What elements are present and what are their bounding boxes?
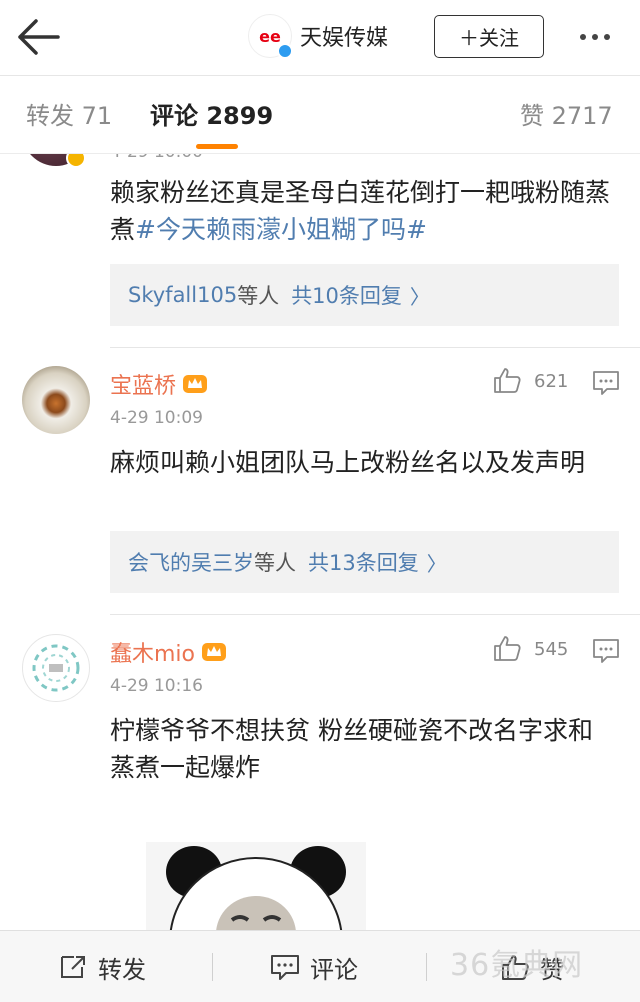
like-icon[interactable] [492, 366, 522, 394]
commenter-avatar[interactable] [22, 366, 90, 434]
more-dots-icon[interactable] [580, 28, 620, 46]
reply-others-label: 等人 [254, 551, 296, 575]
top-nav-bar: ee 天娱传媒 ＋关注 [0, 0, 640, 76]
back-button[interactable] [14, 16, 64, 58]
follow-button[interactable]: ＋关注 [434, 15, 544, 58]
author-avatar[interactable]: ee [248, 14, 293, 59]
tab-likes[interactable]: 赞 2717 [520, 96, 613, 131]
author-name[interactable]: 天娱传媒 [300, 20, 388, 52]
avatar-swirl-image [32, 644, 80, 692]
comment-list[interactable]: 4-29 10:00 赖家粉丝还真是圣母白莲花倒打一耙哦粉随蒸煮#今天赖雨濛小姐… [0, 154, 640, 930]
commenter-name[interactable]: 蠢木mio [110, 636, 227, 668]
tab-reposts[interactable]: 转发 71 [26, 96, 112, 131]
repost-button[interactable]: 转发 [58, 931, 146, 1002]
verified-badge-icon [277, 43, 293, 59]
comment-time: 4-29 10:09 [110, 408, 203, 428]
username[interactable]: 蠢木mio [110, 636, 195, 668]
reply-user-link[interactable]: 会飞的吴三岁 [128, 547, 254, 577]
replies-summary[interactable]: 会飞的吴三岁 等人 共13条回复 〉 [110, 531, 619, 593]
repost-label: 转发 [98, 955, 146, 984]
brand-logo-text: ee [259, 26, 281, 46]
commenter-name[interactable]: 宝蓝桥 [110, 368, 208, 400]
reply-icon[interactable] [592, 638, 620, 664]
comment-button[interactable]: 评论 [270, 931, 358, 1002]
replies-summary[interactable]: Skyfall105 等人 共10条回复 〉 [110, 264, 619, 326]
divider [426, 953, 427, 981]
divider [212, 953, 213, 981]
reply-count-link[interactable]: 共10条回复 [291, 280, 402, 310]
panda-meme-image [166, 846, 346, 930]
tab-bar: 转发 71 评论 2899 赞 2717 [0, 76, 640, 154]
comment-time: 4-29 10:16 [110, 676, 203, 696]
reply-icon[interactable] [592, 370, 620, 396]
crown-badge-icon [202, 643, 227, 661]
comment-text: 赖家粉丝还真是圣母白莲花倒打一耙哦粉随蒸煮#今天赖雨濛小姐糊了吗# [110, 174, 615, 248]
hashtag-link[interactable]: #今天赖雨濛小姐糊了吗# [135, 215, 427, 244]
like-count: 545 [534, 639, 569, 660]
author-info[interactable]: ee 天娱传媒 [248, 14, 388, 59]
like-icon[interactable] [492, 634, 522, 662]
verified-badge-icon [66, 154, 86, 168]
back-arrow-icon [18, 19, 60, 55]
divider [110, 347, 640, 348]
comment-label: 评论 [310, 955, 358, 984]
repost-icon [61, 956, 85, 978]
reply-user-link[interactable]: Skyfall105 [128, 283, 237, 307]
comment-icon [271, 955, 299, 980]
divider [110, 614, 640, 615]
reply-others-label: 等人 [237, 284, 280, 308]
reply-count-link[interactable]: 共13条回复 [308, 547, 419, 577]
active-tab-indicator [196, 144, 238, 149]
chevron-right-icon: 〉 [426, 551, 447, 576]
like-count: 621 [534, 371, 569, 392]
weibo-comments-screen: ee 天娱传媒 ＋关注 转发 71 评论 2899 赞 2717 4-29 10… [0, 0, 640, 1002]
comment-time: 4-29 10:00 [110, 154, 203, 162]
crown-badge-icon [183, 375, 208, 393]
chevron-right-icon: 〉 [409, 284, 430, 309]
tab-comments[interactable]: 评论 2899 [150, 96, 273, 131]
watermark-text: 36氪典网 [450, 948, 584, 983]
comment-text: 麻烦叫赖小姐团队马上改粉丝名以及发声明 [110, 448, 586, 477]
comment-image[interactable] [146, 842, 366, 930]
username[interactable]: 宝蓝桥 [110, 368, 176, 400]
commenter-avatar[interactable] [22, 634, 90, 702]
comment-text: 柠檬爷爷不想扶贫 粉丝硬碰瓷不改名字求和蒸煮一起爆炸 [110, 716, 593, 782]
